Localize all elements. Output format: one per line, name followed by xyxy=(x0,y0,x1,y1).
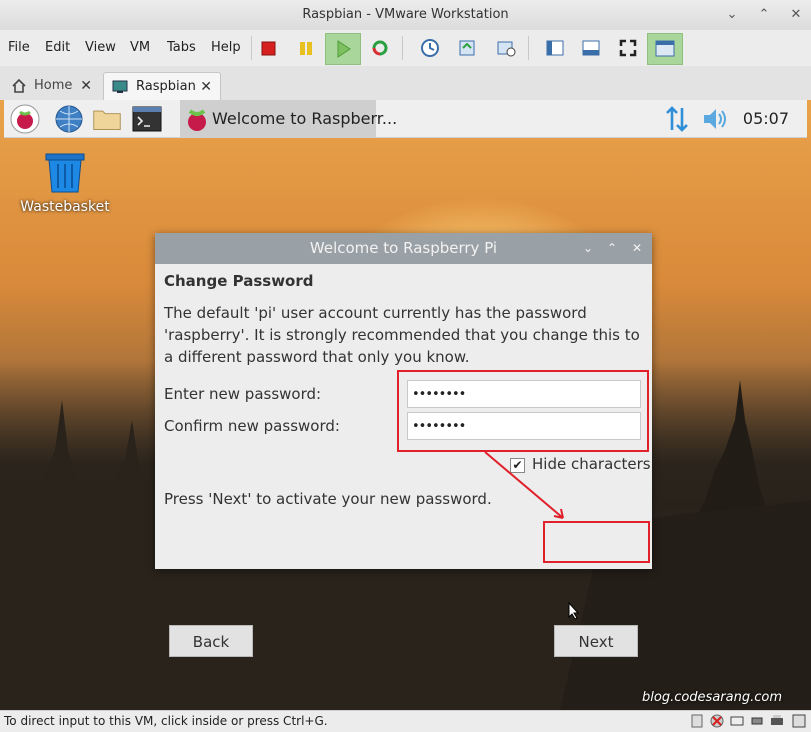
dialog-title: Welcome to Raspberry Pi xyxy=(309,239,498,257)
window-title-bar: Raspbian - VMware Workstation ⌄ ⌃ ✕ xyxy=(0,0,811,30)
window-title: Raspbian - VMware Workstation xyxy=(302,7,509,22)
status-bar: To direct input to this VM, click inside… xyxy=(0,710,811,732)
sidebar-icon[interactable] xyxy=(543,36,567,60)
taskbar-welcome-window[interactable]: Welcome to Raspberr... xyxy=(180,100,397,137)
mouse-cursor-icon xyxy=(568,602,580,620)
dialog-minimize-icon[interactable]: ⌄ xyxy=(583,233,593,264)
console-view-icon xyxy=(655,40,675,57)
close-window-button[interactable]: ✕ xyxy=(784,0,808,30)
wastebasket-icon[interactable] xyxy=(44,152,86,194)
back-button[interactable]: Back xyxy=(169,625,253,657)
cd-drive-icon[interactable] xyxy=(710,714,724,728)
menu-edit[interactable]: Edit xyxy=(45,30,70,66)
dialog-title-bar[interactable]: Welcome to Raspberry Pi ⌄ ⌃ ✕ xyxy=(155,233,652,264)
tab-home[interactable]: Home ✕ xyxy=(8,72,100,100)
hard-disk-icon[interactable] xyxy=(690,714,704,728)
dialog-description: The default 'pi' user account currently … xyxy=(164,304,640,366)
toolbar-separator xyxy=(528,36,529,60)
confirm-password-label: Confirm new password: xyxy=(164,417,340,435)
snapshot-icon[interactable] xyxy=(418,36,442,60)
usb-icon[interactable] xyxy=(750,714,764,728)
network-adapter-icon[interactable] xyxy=(730,714,744,728)
menu-view[interactable]: View xyxy=(85,30,116,66)
thumbnail-bar-icon[interactable] xyxy=(579,36,603,60)
tab-bar: Home ✕ Raspbian ✕ xyxy=(0,66,811,101)
power-off-icon[interactable] xyxy=(257,36,281,60)
minimize-button[interactable]: ⌄ xyxy=(720,0,744,30)
snapshot-manager-icon[interactable] xyxy=(494,36,518,60)
file-manager-icon[interactable] xyxy=(92,104,122,134)
next-button[interactable]: Next xyxy=(554,625,638,657)
menu-tabs[interactable]: Tabs xyxy=(167,30,196,66)
taskbar-welcome-label: Welcome to Raspberr... xyxy=(212,109,398,128)
dialog-close-icon[interactable]: ✕ xyxy=(632,233,642,264)
annotation-arrow xyxy=(484,451,564,519)
tab-home-close-icon[interactable]: ✕ xyxy=(80,72,92,100)
dialog-maximize-icon[interactable]: ⌃ xyxy=(607,233,617,264)
revert-snapshot-icon[interactable] xyxy=(455,36,479,60)
menu-toolbar: File Edit View VM Tabs Help xyxy=(0,30,811,66)
power-on-button[interactable] xyxy=(325,33,361,65)
menu-help[interactable]: Help xyxy=(211,30,241,66)
clock: 05:07 xyxy=(742,109,789,128)
web-browser-icon[interactable] xyxy=(54,104,84,134)
volume-icon[interactable] xyxy=(701,106,729,132)
raspberry-icon xyxy=(188,109,206,131)
toolbar-separator xyxy=(402,36,403,60)
unity-view-button[interactable] xyxy=(647,33,683,65)
home-icon xyxy=(12,79,26,93)
dialog-hint: Press 'Next' to activate your new passwo… xyxy=(164,490,492,508)
dialog-heading: Change Password xyxy=(164,272,314,290)
raspberry-menu-icon[interactable] xyxy=(10,104,40,134)
tab-home-label: Home xyxy=(34,78,73,93)
status-text: To direct input to this VM, click inside… xyxy=(4,714,328,728)
tab-raspbian-label: Raspbian xyxy=(136,79,196,94)
menu-vm[interactable]: VM xyxy=(130,30,150,66)
enter-password-label: Enter new password: xyxy=(164,385,322,403)
full-screen-icon[interactable] xyxy=(616,36,640,60)
pi-taskbar: Welcome to Raspberr... 05:07 xyxy=(4,100,807,138)
tab-raspbian-close-icon[interactable]: ✕ xyxy=(200,73,212,101)
printer-icon[interactable] xyxy=(770,714,784,728)
vm-screen[interactable]: Welcome to Raspberr... 05:07 Wastebasket… xyxy=(0,100,811,710)
toolbar-separator xyxy=(251,36,252,60)
display-icon[interactable] xyxy=(792,714,806,728)
network-icon[interactable] xyxy=(664,106,690,132)
password-fields-highlight xyxy=(397,370,649,452)
restore-button[interactable]: ⌃ xyxy=(752,0,776,30)
tab-raspbian[interactable]: Raspbian ✕ xyxy=(103,72,221,101)
change-password-dialog: Welcome to Raspberry Pi ⌄ ⌃ ✕ Change Pas… xyxy=(155,233,652,657)
suspend-icon[interactable] xyxy=(294,36,318,60)
vm-icon xyxy=(112,80,128,93)
play-icon xyxy=(337,40,351,58)
reset-icon[interactable] xyxy=(368,36,392,60)
watermark: blog.codesarang.com xyxy=(642,690,782,705)
menu-file[interactable]: File xyxy=(8,30,30,66)
wastebasket-label: Wastebasket xyxy=(20,199,110,215)
terminal-icon[interactable] xyxy=(132,104,162,134)
